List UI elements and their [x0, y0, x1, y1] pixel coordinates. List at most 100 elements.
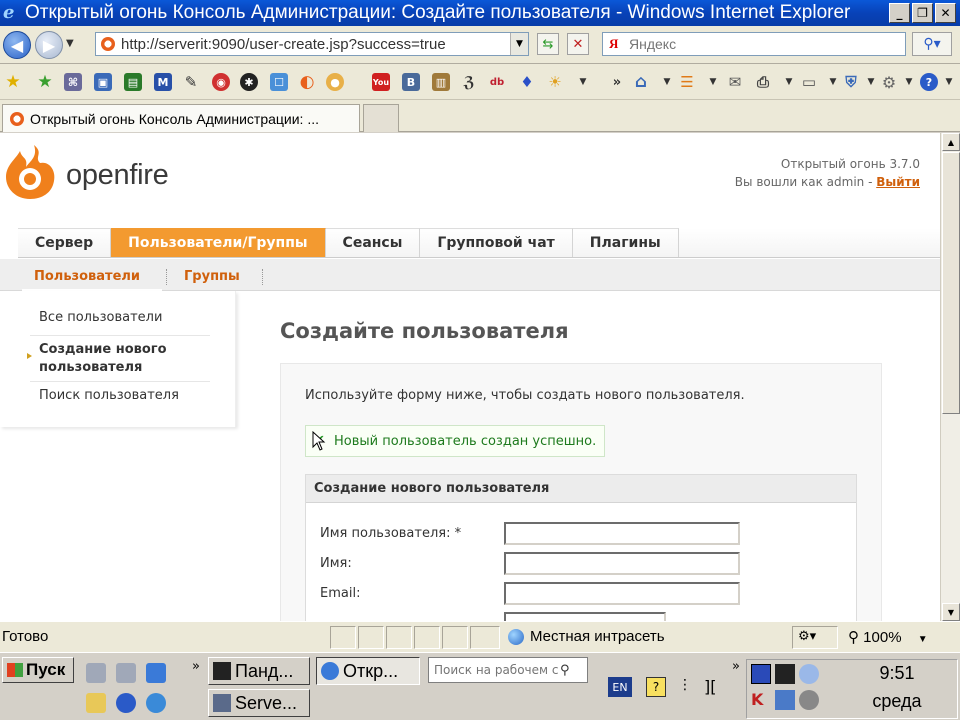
print-dropdown-icon[interactable]: ▼ — [780, 73, 798, 91]
tray-chevron-icon[interactable]: » — [732, 659, 740, 674]
bookmark-icon-1[interactable]: ⌘ — [64, 73, 82, 91]
vkontakte-icon[interactable]: В — [402, 73, 420, 91]
rss-feed-icon[interactable]: ☰ — [678, 73, 696, 91]
ime-bar-icon[interactable]: ][ — [704, 677, 716, 696]
tab-server[interactable]: Сервер — [18, 228, 112, 257]
tray-icon-2[interactable] — [775, 664, 795, 684]
bookmark-icon-13[interactable]: ▥ — [432, 73, 450, 91]
quicklaunch-icon-1[interactable] — [86, 663, 106, 683]
weather-icon[interactable]: ☀ — [546, 73, 564, 91]
sidebar-item-all-users[interactable]: Все пользователи — [39, 309, 209, 327]
clock[interactable]: 9:51 среда — [862, 659, 932, 715]
bookmark-icon-8[interactable]: ☐ — [270, 73, 288, 91]
weather-dropdown-icon[interactable]: ▼ — [574, 73, 592, 91]
email-field[interactable] — [504, 582, 740, 605]
desktop-search-box[interactable]: ⚲ — [428, 657, 588, 683]
tray-network-icon[interactable] — [775, 690, 795, 710]
bookmark-icon-2[interactable]: ▣ — [94, 73, 112, 91]
bookmark-icon-5[interactable]: ✎ — [182, 73, 200, 91]
url-dropdown-icon[interactable]: ▼ — [510, 33, 528, 55]
desktop-search-input[interactable] — [434, 663, 560, 677]
vertical-scrollbar[interactable]: ▲ ▼ — [940, 133, 960, 621]
bookmark-icon-10[interactable]: ● — [326, 73, 344, 91]
bookmark-icon-14[interactable]: ℨ — [460, 73, 478, 91]
sidebar-item-create-user[interactable]: Создание нового пользователя — [39, 341, 209, 377]
search-button[interactable]: ⚲▾ — [912, 32, 952, 56]
safety-shield-icon[interactable]: ⛨ — [842, 73, 860, 91]
scroll-thumb[interactable] — [942, 152, 960, 414]
tray-icon-3[interactable] — [799, 664, 819, 684]
quicklaunch-ie-icon[interactable] — [146, 663, 166, 683]
mail-icon[interactable]: ✉ — [726, 73, 744, 91]
tray-options-icon[interactable]: ⋮ — [678, 677, 692, 693]
help-dropdown-icon[interactable]: ▼ — [940, 73, 958, 91]
logout-link[interactable]: Выйти — [876, 175, 920, 189]
history-dropdown-icon[interactable]: ▼ — [66, 38, 74, 49]
print-icon[interactable]: ⎙ — [754, 73, 772, 91]
quicklaunch-icon-2[interactable] — [116, 663, 136, 683]
url-field[interactable]: http://serverit:9090/user-create.jsp?suc… — [95, 32, 529, 56]
tab-users-groups[interactable]: Пользователи/Группы — [111, 228, 326, 257]
forward-button[interactable]: ▶ — [35, 31, 63, 59]
chevron-more-icon[interactable]: » — [608, 73, 626, 91]
bookmark-icon-openfire[interactable]: ◐ — [298, 72, 316, 92]
bookmark-icon-7[interactable]: ✱ — [240, 73, 258, 91]
tray-icon-4[interactable]: K — [751, 690, 771, 710]
tab-sessions[interactable]: Сеансы — [325, 228, 421, 257]
task-button-2[interactable]: Откр... — [316, 657, 420, 685]
zoom-level[interactable]: ⚲ 100% ▼ — [848, 628, 928, 646]
bookmark-icon-16[interactable]: ♦ — [518, 73, 536, 91]
search-field[interactable]: Я — [602, 32, 906, 56]
quicklaunch-folder-icon[interactable] — [86, 693, 106, 713]
taskbar-chevron-icon[interactable]: » — [192, 659, 200, 674]
home-dropdown-icon[interactable]: ▼ — [658, 73, 676, 91]
name-field[interactable] — [504, 552, 740, 575]
close-button[interactable]: ✕ — [935, 3, 956, 23]
language-indicator[interactable]: EN — [608, 677, 632, 697]
page-dropdown-icon[interactable]: ▼ — [824, 73, 842, 91]
username-field[interactable] — [504, 522, 740, 545]
quicklaunch-media-icon[interactable] — [116, 693, 136, 713]
tray-icon-6[interactable] — [799, 690, 819, 710]
youtube-icon[interactable]: You — [372, 73, 390, 91]
scroll-down-icon[interactable]: ▼ — [942, 603, 960, 621]
favorites-star-icon[interactable]: ★ — [4, 72, 22, 92]
new-tab-button[interactable] — [363, 104, 399, 132]
feed-dropdown-icon[interactable]: ▼ — [704, 73, 722, 91]
tab-plugins[interactable]: Плагины — [572, 228, 679, 257]
task-button-1[interactable]: Панд... — [208, 657, 310, 685]
subtab-users[interactable]: Пользователи — [34, 269, 140, 284]
start-button[interactable]: Пуск — [2, 657, 74, 683]
scroll-up-icon[interactable]: ▲ — [942, 133, 960, 151]
search-input[interactable] — [629, 36, 899, 52]
maximize-button[interactable]: ❐ — [912, 3, 933, 23]
bookmark-icon-4[interactable]: M — [154, 73, 172, 91]
sidebar-item-search-user[interactable]: Поиск пользователя — [39, 387, 209, 405]
intro-text: Используйте форму ниже, чтобы создать но… — [305, 388, 745, 403]
task-button-3[interactable]: Serve... — [208, 689, 310, 717]
tab-group-chat[interactable]: Групповой чат — [420, 228, 573, 257]
bookmark-icon-6[interactable]: ◉ — [212, 73, 230, 91]
refresh-button[interactable]: ⇆ — [537, 33, 559, 55]
password-field[interactable] — [504, 612, 666, 621]
url-text[interactable]: http://serverit:9090/user-create.jsp?suc… — [121, 36, 446, 53]
tools-dropdown-icon[interactable]: ▼ — [900, 73, 918, 91]
help-tray-icon[interactable]: ? — [646, 677, 666, 697]
tray-icon-1[interactable] — [751, 664, 771, 684]
help-icon[interactable]: ? — [920, 73, 938, 91]
minimize-button[interactable]: _ — [889, 3, 910, 23]
openfire-favicon-icon — [10, 111, 24, 126]
bookmark-icon-15[interactable]: db — [488, 73, 506, 91]
desktop-search-icon[interactable]: ⚲ — [560, 663, 570, 678]
home-icon[interactable]: ⌂ — [632, 72, 650, 92]
stop-button[interactable]: ✕ — [567, 33, 589, 55]
tools-gear-icon[interactable]: ⚙ — [880, 73, 898, 92]
subtab-groups[interactable]: Группы — [184, 269, 240, 284]
bookmark-icon-3[interactable]: ▤ — [124, 73, 142, 91]
safety-dropdown-icon[interactable]: ▼ — [862, 73, 880, 91]
add-favorite-icon[interactable]: ★ — [36, 72, 54, 92]
quicklaunch-ie2-icon[interactable] — [146, 693, 166, 713]
tab-active[interactable]: Открытый огонь Консоль Администрации: ..… — [2, 104, 360, 132]
page-icon[interactable]: ▭ — [800, 73, 818, 91]
back-button[interactable]: ◀ — [3, 31, 31, 59]
